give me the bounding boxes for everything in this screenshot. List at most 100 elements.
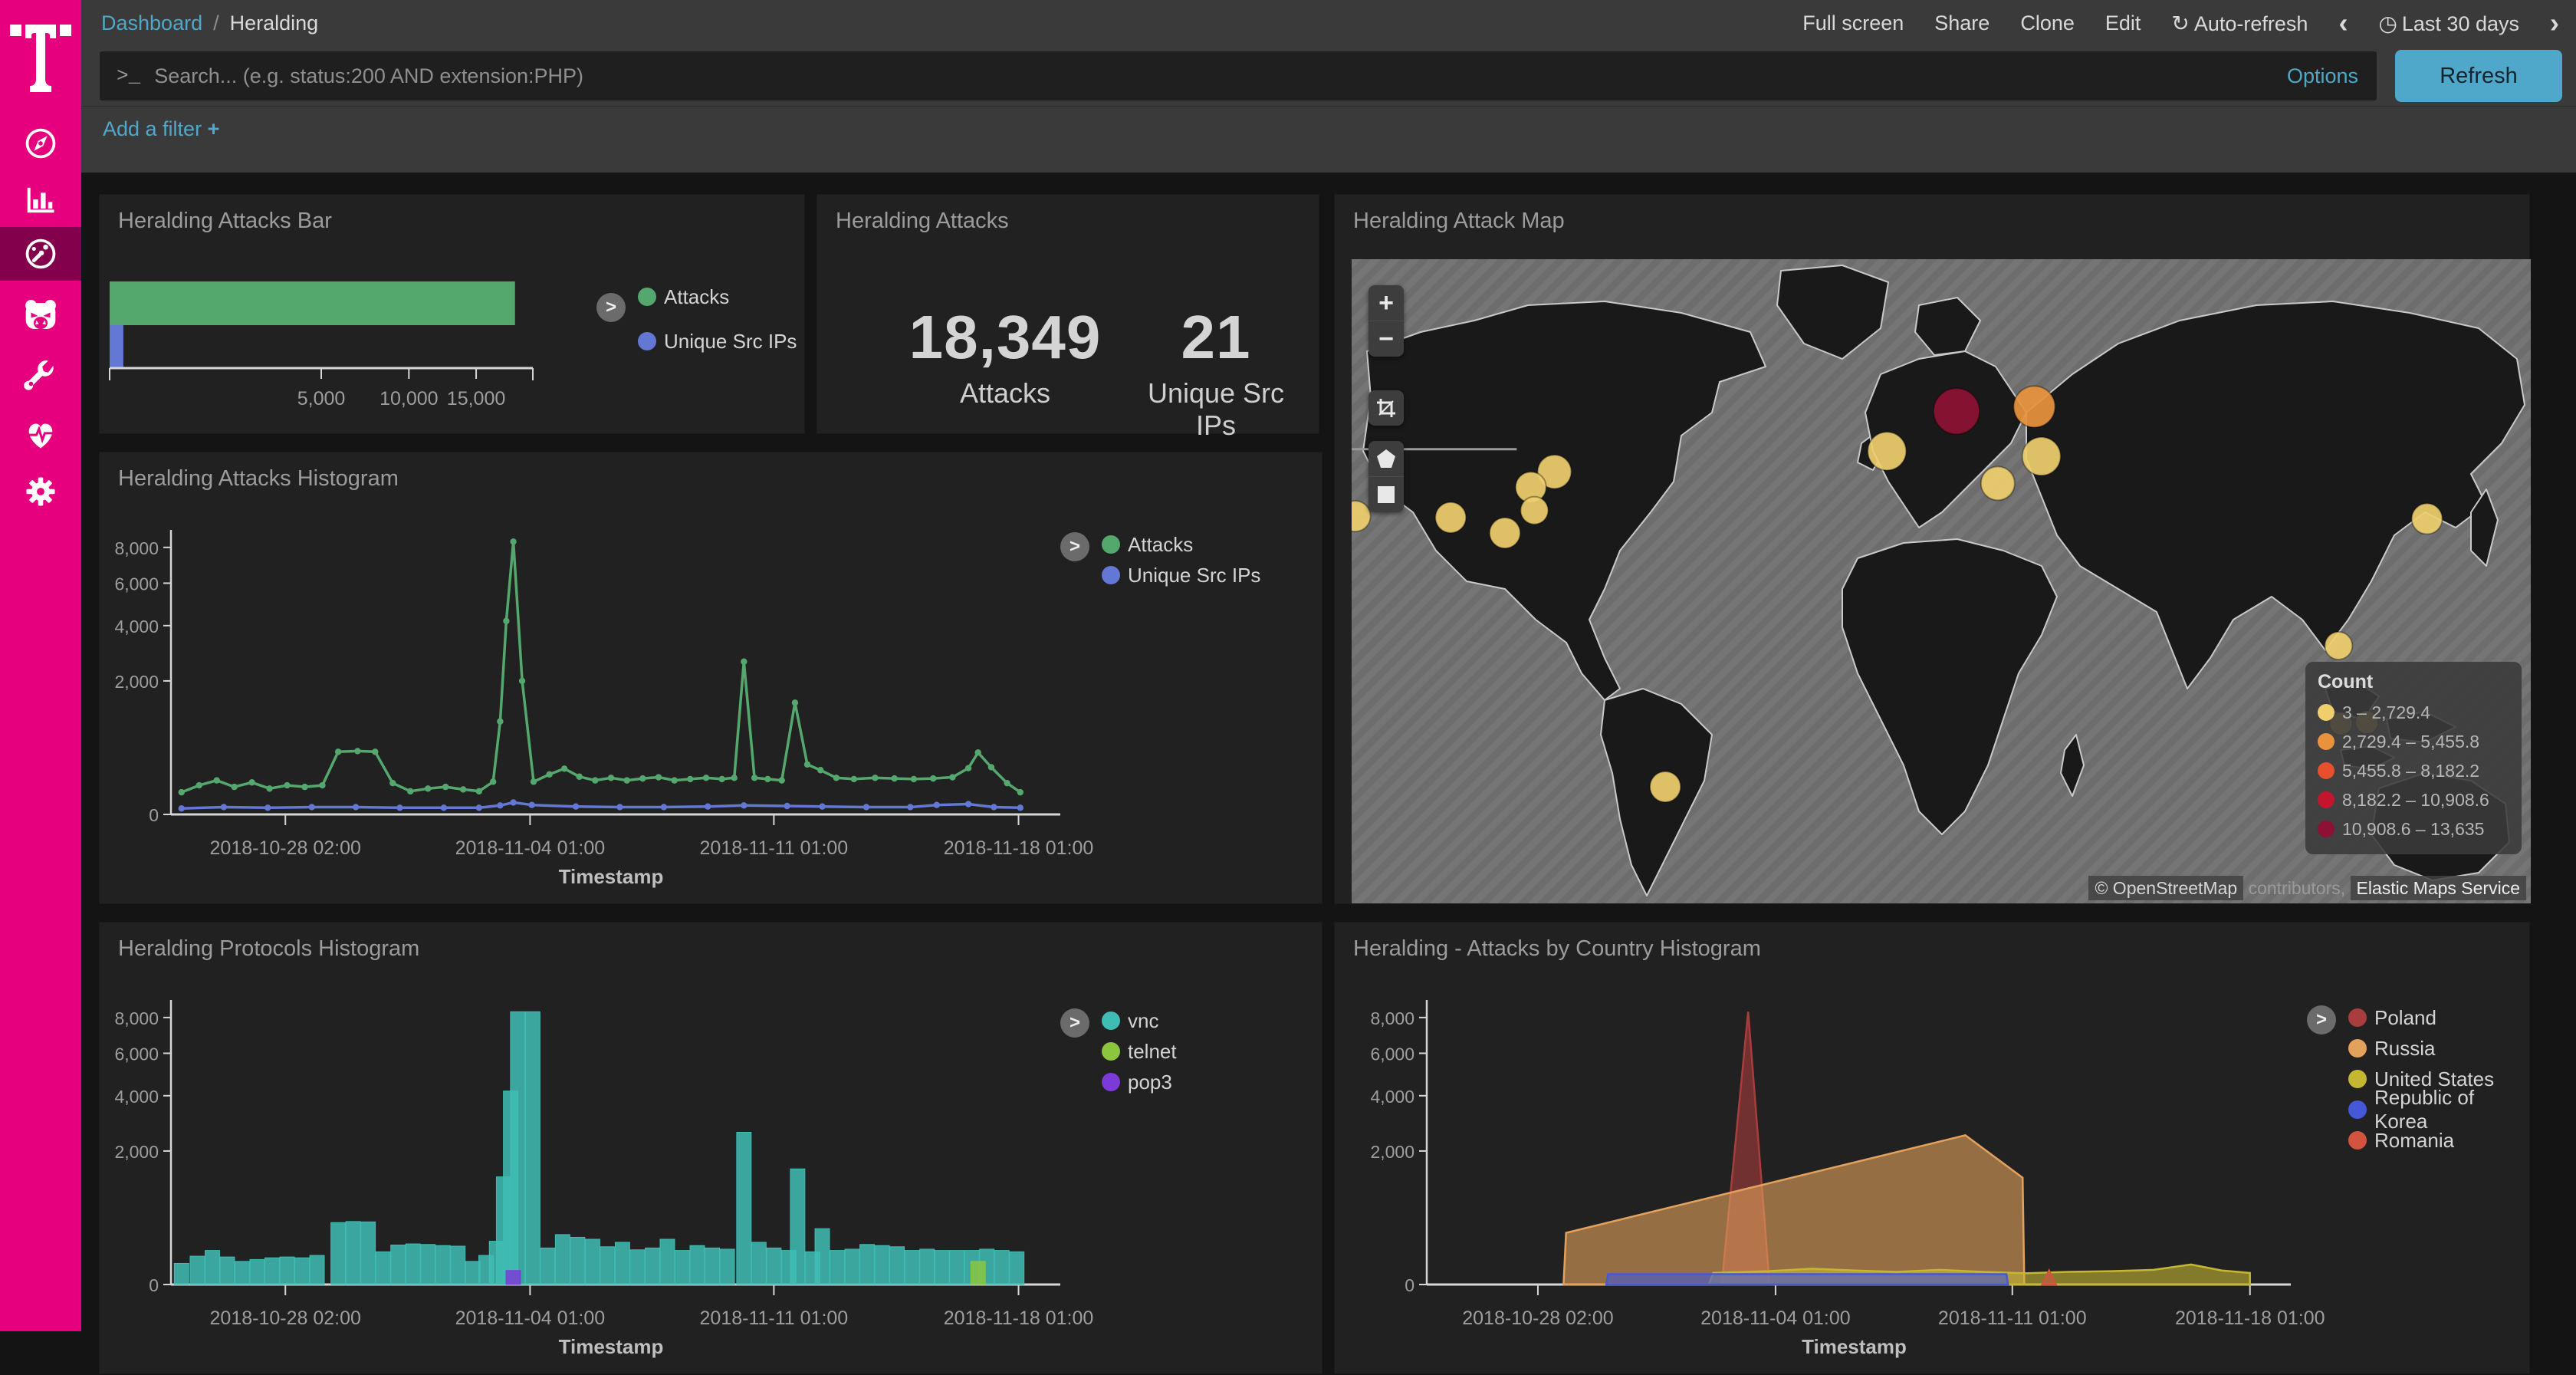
protocols-bar-chart[interactable]: 02,0004,0006,0008,0002018-10-28 02:00201… xyxy=(100,923,1322,1373)
legend-dot xyxy=(1102,1012,1120,1030)
search-placeholder: Search... (e.g. status:200 AND extension… xyxy=(154,64,583,88)
sidebar-item-discover[interactable] xyxy=(0,118,81,169)
sidebar-item-management[interactable] xyxy=(0,466,81,517)
svg-text:2018-10-28 02:00: 2018-10-28 02:00 xyxy=(1462,1308,1613,1329)
legend-dot xyxy=(1102,566,1120,584)
panel-title: Heralding - Attacks by Country Histogram xyxy=(1353,936,1761,962)
map-fit-bounds-button[interactable] xyxy=(1368,390,1404,426)
svg-text:Timestamp: Timestamp xyxy=(1802,1335,1907,1358)
metric-value: 18,349 xyxy=(871,302,1139,373)
legend-item: 5,455.8 – 8,182.2 xyxy=(2318,756,2509,785)
legend-item: 10,908.6 – 13,635 xyxy=(2318,814,2509,844)
attack-map[interactable]: + − Count xyxy=(1352,259,2531,903)
svg-text:2018-10-28 02:00: 2018-10-28 02:00 xyxy=(210,1308,361,1329)
legend-item[interactable]: Russia xyxy=(2348,1033,2529,1064)
add-filter-link[interactable]: Add a filter + xyxy=(103,117,219,141)
panel-title: Heralding Attack Map xyxy=(1353,209,1565,234)
legend-item[interactable]: Attacks xyxy=(1102,529,1260,560)
compass-icon xyxy=(22,125,59,162)
sidebar-item-dashboard[interactable] xyxy=(0,227,81,281)
svg-text:2018-11-04 01:00: 2018-11-04 01:00 xyxy=(1700,1308,1851,1329)
legend-item[interactable]: Poland xyxy=(2348,1002,2529,1033)
legend-expand-icon[interactable]: > xyxy=(1060,1008,1089,1038)
panel-attack-map: Heralding Attack Map + − xyxy=(1334,194,2530,904)
osm-attribution-link[interactable]: © OpenStreetMap xyxy=(2088,876,2243,900)
search-input[interactable]: >_ Search... (e.g. status:200 AND extens… xyxy=(100,51,2377,100)
options-link[interactable]: Options xyxy=(2287,64,2377,88)
legend: > Poland Russia United States Republic o… xyxy=(2307,1002,2529,1156)
svg-text:6,000: 6,000 xyxy=(1370,1044,1414,1064)
auto-refresh-button[interactable]: ↻Auto-refresh xyxy=(2171,11,2308,36)
full-screen-button[interactable]: Full screen xyxy=(1802,12,1904,35)
legend-item[interactable]: Romania xyxy=(2348,1125,2529,1156)
breadcrumb-separator: / xyxy=(213,12,219,35)
metric-label: Unique Src IPs xyxy=(1124,377,1308,442)
panel-title: Heralding Attacks Histogram xyxy=(118,466,399,492)
svg-text:2018-11-18 01:00: 2018-11-18 01:00 xyxy=(944,837,1094,859)
map-zoom-out-button[interactable]: − xyxy=(1368,321,1404,357)
metric-unique-ips: 21 Unique Src IPs xyxy=(1124,302,1308,442)
legend-dot xyxy=(2318,791,2334,808)
map-count-legend: Count 3 – 2,729.4 2,729.4 – 5,455.8 5,45… xyxy=(2305,662,2522,854)
telekom-logo[interactable] xyxy=(8,9,73,92)
legend-dot xyxy=(2348,1100,2367,1119)
panel-title: Heralding Attacks xyxy=(836,209,1009,234)
map-controls: + − xyxy=(1368,285,1404,526)
legend-item[interactable]: vnc xyxy=(1102,1005,1177,1036)
time-forward-icon[interactable]: › xyxy=(2550,12,2559,34)
attacks-line-chart[interactable]: 02,0004,0006,0008,0002018-10-28 02:00201… xyxy=(100,452,1322,903)
legend-item[interactable]: Unique Src IPs xyxy=(1102,560,1260,590)
legend-expand-icon[interactable]: > xyxy=(1060,532,1089,561)
gauge-icon xyxy=(22,235,59,272)
svg-text:2018-11-11 01:00: 2018-11-11 01:00 xyxy=(1938,1308,2087,1329)
edit-button[interactable]: Edit xyxy=(2105,12,2141,35)
time-range-picker[interactable]: ◷Last 30 days xyxy=(2378,11,2519,36)
svg-text:2018-11-11 01:00: 2018-11-11 01:00 xyxy=(700,837,849,859)
sidebar-item-visualize[interactable] xyxy=(0,174,81,225)
filter-bar: Add a filter + xyxy=(81,106,2576,173)
map-zoom-in-button[interactable]: + xyxy=(1368,285,1404,321)
map-draw-rect-button[interactable] xyxy=(1368,477,1404,512)
legend-item[interactable]: pop3 xyxy=(1102,1067,1177,1097)
svg-text:4,000: 4,000 xyxy=(114,617,159,637)
refresh-button[interactable]: Refresh xyxy=(2395,50,2562,102)
svg-text:Timestamp: Timestamp xyxy=(559,865,664,888)
panel-attacks-histogram: Heralding Attacks Histogram 02,0004,0006… xyxy=(99,452,1322,904)
time-back-icon[interactable]: ‹ xyxy=(2338,12,2348,34)
sidebar-item-monitoring[interactable] xyxy=(0,409,81,459)
svg-text:2018-11-04 01:00: 2018-11-04 01:00 xyxy=(455,837,606,859)
metric-attacks: 18,349 Attacks xyxy=(871,302,1139,410)
legend-dot xyxy=(2318,762,2334,779)
legend-item: 8,182.2 – 10,908.6 xyxy=(2318,785,2509,814)
legend-dot xyxy=(638,332,656,350)
sidebar xyxy=(0,0,81,1331)
legend-item[interactable]: Republic of Korea xyxy=(2348,1094,2529,1125)
map-attribution: © OpenStreetMap contributors, Elastic Ma… xyxy=(2088,878,2526,899)
legend-item[interactable]: telnet xyxy=(1102,1036,1177,1067)
ems-attribution-link[interactable]: Elastic Maps Service xyxy=(2351,876,2526,900)
breadcrumb-dashboard[interactable]: Dashboard xyxy=(101,12,202,35)
svg-text:2,000: 2,000 xyxy=(1370,1142,1414,1162)
bar-chart-icon xyxy=(22,181,59,218)
svg-text:Timestamp: Timestamp xyxy=(559,1335,664,1358)
svg-text:2018-11-18 01:00: 2018-11-18 01:00 xyxy=(2175,1308,2325,1329)
legend-item[interactable]: Attacks xyxy=(638,275,797,319)
refresh-cycle-icon: ↻ xyxy=(2171,12,2189,35)
legend-item: 2,729.4 – 5,455.8 xyxy=(2318,727,2509,756)
legend-dot xyxy=(1102,1073,1120,1091)
breadcrumb: Dashboard / Heralding xyxy=(81,12,318,35)
sidebar-item-tpot[interactable] xyxy=(0,291,81,341)
legend-expand-icon[interactable]: > xyxy=(596,293,626,322)
sidebar-item-devtools[interactable] xyxy=(0,350,81,400)
clone-button[interactable]: Clone xyxy=(2020,12,2075,35)
share-button[interactable]: Share xyxy=(1934,12,1990,35)
map-draw-polygon-button[interactable] xyxy=(1368,441,1404,477)
legend: > Attacks Unique Src IPs xyxy=(1060,529,1260,590)
legend-expand-icon[interactable]: > xyxy=(2307,1005,2336,1035)
svg-text:6,000: 6,000 xyxy=(114,574,159,594)
legend-dot xyxy=(1102,535,1120,554)
legend-item[interactable]: Unique Src IPs xyxy=(638,319,797,363)
legend-item: 3 – 2,729.4 xyxy=(2318,698,2509,727)
search-bar-row: >_ Search... (e.g. status:200 AND extens… xyxy=(81,46,2576,106)
svg-text:8,000: 8,000 xyxy=(114,538,159,558)
